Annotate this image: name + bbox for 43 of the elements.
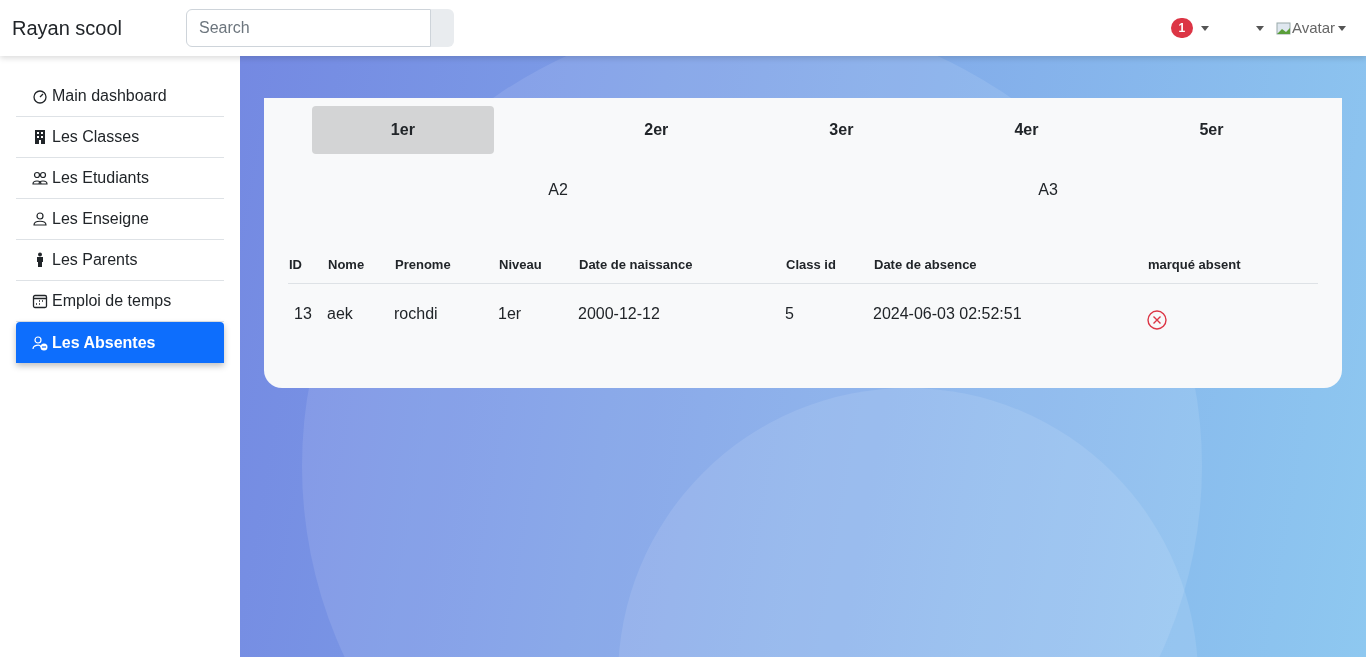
- level-tab[interactable]: 3er: [786, 106, 896, 154]
- table-cell: rochdi: [394, 305, 438, 322]
- level-tab[interactable]: 2er: [601, 106, 711, 154]
- notification-badge[interactable]: 1: [1170, 18, 1193, 38]
- sidebar-item[interactable]: Les Etudiants: [16, 158, 224, 199]
- table-cell: 2024-06-03 02:52:51: [873, 305, 1022, 322]
- caret-icon[interactable]: [1200, 25, 1209, 31]
- speedometer-icon: [32, 88, 48, 104]
- caret-icon[interactable]: [1338, 25, 1346, 31]
- column-header: Prenome: [395, 256, 451, 272]
- calendar-icon: [32, 293, 48, 309]
- column-header: marqué absent: [1148, 256, 1241, 272]
- column-header: Niveau: [499, 256, 542, 272]
- sidebar-item[interactable]: Les Classes: [16, 117, 224, 158]
- sidebar-item[interactable]: Les Enseigne: [16, 199, 224, 240]
- column-header: Date de naissance: [579, 256, 693, 272]
- column-header: Nome: [328, 256, 365, 272]
- sidebar-item[interactable]: Les Parents: [16, 240, 224, 281]
- table-cell: aek: [327, 305, 353, 322]
- class-tab[interactable]: A3: [803, 178, 1293, 202]
- brand-title[interactable]: Rayan scool: [12, 13, 186, 43]
- sidebar-item[interactable]: Les Absentes: [16, 322, 224, 363]
- broken-image-icon: [1275, 21, 1292, 35]
- table-cell: 2000-12-12: [578, 305, 660, 322]
- sidebar-item[interactable]: Main dashboard: [16, 76, 224, 117]
- search-field[interactable]: Search: [186, 9, 431, 47]
- building-icon: [32, 129, 48, 145]
- table-cell: 5: [785, 305, 794, 322]
- level-tab[interactable]: 5er: [1156, 106, 1266, 154]
- table-cell: 13: [294, 305, 312, 322]
- column-header: Date de absence: [874, 256, 977, 272]
- column-header: Class id: [786, 256, 836, 272]
- people-icon: [32, 170, 48, 186]
- person-icon: [32, 211, 48, 227]
- table-cell: 1er: [498, 305, 522, 322]
- avatar-alt-text[interactable]: Avatar: [1291, 16, 1335, 40]
- circle-x-icon[interactable]: [1147, 310, 1167, 330]
- caret-icon[interactable]: [1255, 25, 1264, 31]
- level-tab[interactable]: 4er: [971, 106, 1081, 154]
- level-tab[interactable]: 1er: [312, 106, 494, 154]
- person-minus-icon: [32, 334, 48, 351]
- class-tab[interactable]: A2: [313, 178, 803, 202]
- column-header: ID: [289, 256, 302, 272]
